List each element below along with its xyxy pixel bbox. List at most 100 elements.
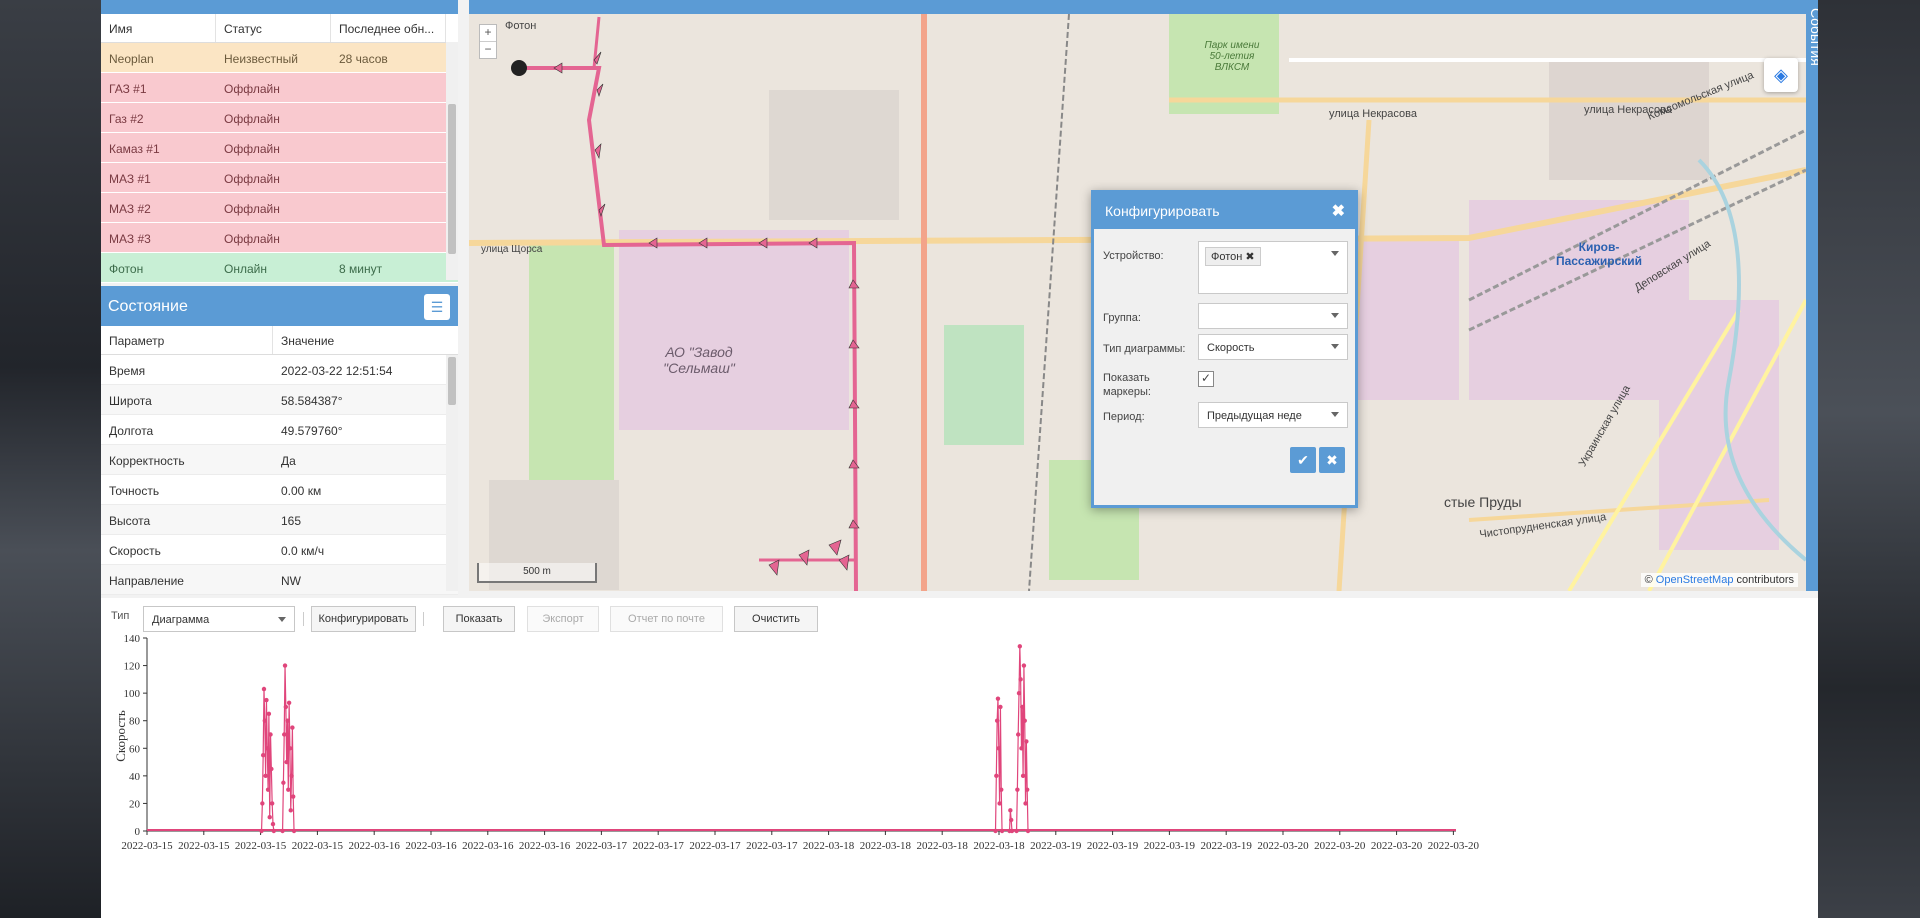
state-row: Время 2022-03-22 12:51:54 <box>101 355 458 385</box>
data-point <box>270 821 276 827</box>
remove-tag-icon[interactable]: ✖ <box>1245 251 1254 263</box>
device-marker <box>511 60 527 76</box>
events-title: События <box>1808 8 1818 66</box>
data-point <box>1015 732 1021 737</box>
show-markers-checkbox[interactable]: ✓ <box>1198 371 1214 387</box>
device-row[interactable]: Фотон Онлайн 8 минут <box>101 253 458 283</box>
period-select[interactable]: Предыдущая неде <box>1198 402 1348 428</box>
device-row[interactable]: Neoplan Неизвестный 28 часов <box>101 43 458 73</box>
app-window: Имя Статус Последнее обн... Neoplan Неизв… <box>101 0 1818 918</box>
period-label: Период: <box>1103 411 1145 423</box>
device-row[interactable]: МАЗ #2 Оффлайн <box>101 193 458 223</box>
device-last <box>331 193 446 222</box>
layers-icon: ◈ <box>1774 65 1788 85</box>
device-row[interactable]: ГАЗ #1 Оффлайн <box>101 73 458 103</box>
cancel-button[interactable]: ✖ <box>1319 447 1345 473</box>
device-row[interactable]: Камаз #1 Оффлайн <box>101 133 458 163</box>
state-row: Точность 0.00 км <box>101 475 458 505</box>
data-point <box>283 704 289 710</box>
x-tick-label: 2022-03-18 <box>917 840 969 852</box>
data-point <box>1008 808 1013 813</box>
state-title: Состояние <box>108 298 188 315</box>
list-icon: ☰ <box>430 299 444 315</box>
device-name: Фотон <box>109 262 144 276</box>
data-point <box>282 663 288 668</box>
checkmark-icon: ✓ <box>1200 371 1212 385</box>
state-menu-button[interactable]: ☰ <box>424 294 450 320</box>
openstreetmap-link[interactable]: OpenStreetMap <box>1656 574 1734 586</box>
state-param: Скорость <box>109 544 161 558</box>
y-tick-label: 40 <box>129 771 141 783</box>
state-header: Состояние ☰ <box>101 286 458 326</box>
x-tick-label: 2022-03-17 <box>633 840 685 852</box>
data-point <box>994 718 1000 723</box>
state-row: Направление NW <box>101 565 458 595</box>
data-point <box>1020 773 1026 779</box>
data-point <box>1008 817 1014 823</box>
chart-type-select[interactable]: Скорость <box>1198 334 1348 360</box>
device-status: Оффлайн <box>224 142 280 156</box>
data-point <box>1016 690 1022 696</box>
device-label: Устройство: <box>1103 250 1164 262</box>
x-tick-label: 2022-03-20 <box>1371 840 1423 852</box>
zoom-in-button[interactable]: + <box>480 25 496 41</box>
col-status[interactable]: Статус <box>216 14 331 42</box>
state-table-body: Время 2022-03-22 12:51:54 Широта 58.584387°… <box>101 355 458 595</box>
device-row[interactable]: МАЗ #1 Оффлайн <box>101 163 458 193</box>
device-row[interactable]: Газ #2 Оффлайн <box>101 103 458 133</box>
state-value: 165 <box>281 514 302 528</box>
x-tick-label: 2022-03-18 <box>803 840 855 852</box>
data-point <box>1023 801 1028 806</box>
data-point <box>1019 746 1024 751</box>
y-tick-label: 60 <box>129 743 141 755</box>
data-point <box>1009 828 1015 834</box>
col-name[interactable]: Имя <box>101 14 216 42</box>
zavod-label: АО "Завод "Сельмаш" <box>663 344 735 376</box>
col-parameter[interactable]: Параметр <box>101 326 273 354</box>
speed-chart[interactable]: 0 20 40 60 80 100 120 140 Скорость 2022-03-15 2022… <box>101 628 1818 918</box>
devices-scrollbar[interactable] <box>446 42 458 280</box>
device-name: МАЗ #1 <box>109 172 151 186</box>
y-tick-label: 100 <box>124 688 141 700</box>
series-line <box>260 688 275 832</box>
data-point <box>286 700 292 705</box>
map-header <box>469 0 1806 14</box>
events-panel[interactable]: События <box>1806 0 1818 591</box>
group-select[interactable] <box>1198 303 1348 329</box>
state-value: 49.579760° <box>281 424 343 438</box>
ponds-label: стые Пруды <box>1444 494 1522 510</box>
data-point <box>284 759 289 765</box>
col-last-update[interactable]: Последнее обн... <box>331 14 446 42</box>
state-param: Корректность <box>109 454 185 468</box>
state-scrollbar[interactable] <box>446 355 458 591</box>
data-point <box>1025 828 1031 834</box>
col-value[interactable]: Значение <box>273 326 446 354</box>
data-point <box>993 828 998 834</box>
device-row[interactable]: МАЗ #3 Оффлайн <box>101 223 458 253</box>
group-label: Группа: <box>1103 312 1141 324</box>
devices-scroll-thumb[interactable] <box>448 104 456 254</box>
state-value: NW <box>281 574 301 588</box>
data-point <box>280 828 285 834</box>
device-status: Неизвестный <box>224 52 298 66</box>
close-icon[interactable]: ✖ <box>1332 201 1345 221</box>
x-tick-label: 2022-03-15 <box>235 840 287 852</box>
data-point <box>265 746 270 751</box>
y-tick-label: 80 <box>129 716 141 728</box>
layers-button[interactable]: ◈ <box>1764 58 1798 92</box>
x-tick-label: 2022-03-17 <box>689 840 741 852</box>
device-tag[interactable]: Фотон ✖ <box>1205 247 1261 266</box>
device-select[interactable]: Фотон ✖ <box>1198 241 1348 294</box>
device-status: Оффлайн <box>224 202 280 216</box>
state-param: Широта <box>109 394 152 408</box>
state-scroll-thumb[interactable] <box>448 357 456 405</box>
zoom-out-button[interactable]: − <box>480 41 496 58</box>
state-value: 0.0 км/ч <box>281 544 325 558</box>
state-row: Широта 58.584387° <box>101 385 458 415</box>
data-point <box>261 686 267 692</box>
confirm-button[interactable]: ✔ <box>1290 447 1316 473</box>
map-attribution: © OpenStreetMap contributors <box>1640 573 1798 587</box>
chart-type-label: Тип диаграммы: <box>1103 343 1186 355</box>
data-point <box>281 780 286 785</box>
y-tick-label: 120 <box>124 661 141 673</box>
